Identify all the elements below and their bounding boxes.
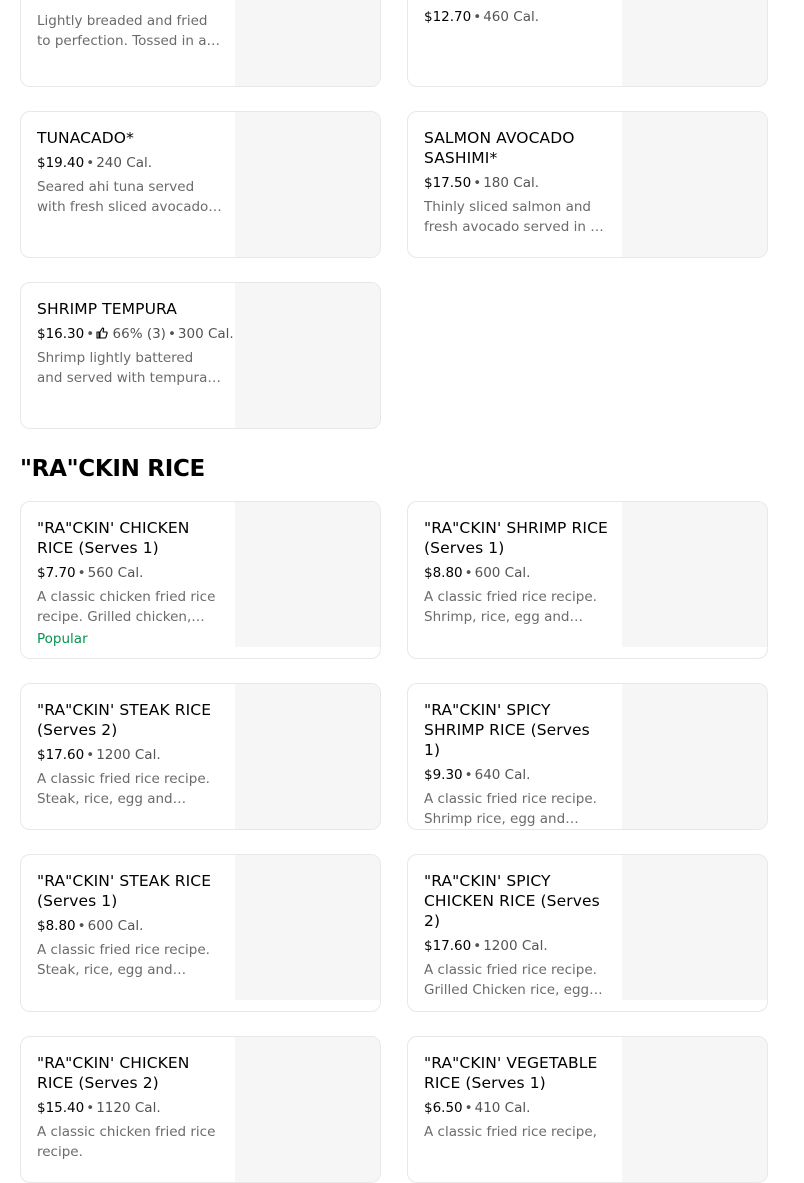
menu-item-card[interactable]: "RA"CKIN' SPICY SHRIMP RICE (Serves 1) $… <box>407 683 768 830</box>
menu-item-card[interactable]: "RA"CKIN' VEGETABLE RICE (Serves 1) $6.5… <box>407 1036 768 1183</box>
item-image-placeholder <box>622 1037 767 1182</box>
item-calories: 1200 Cal. <box>96 747 161 763</box>
item-image-placeholder <box>235 283 380 428</box>
item-name: "RA"CKIN' STEAK RICE (Serves 2) <box>37 701 212 739</box>
item-price: $9.30 <box>424 767 463 783</box>
item-description: Shrimp lightly battered and served with … <box>37 350 208 386</box>
item-calories: 1200 Cal. <box>483 938 548 954</box>
menu-item-card[interactable]: "RA"CKIN' SHRIMP RICE (Serves 1) $8.80 • 6… <box>407 501 768 659</box>
item-name: "RA"CKIN' SHRIMP RICE (Serves 1) <box>424 519 608 557</box>
item-description: A classic fried rice recipe. Shrimp, ric… <box>424 589 597 625</box>
item-price: $17.50 <box>424 175 472 191</box>
item-price: $8.80 <box>424 565 463 581</box>
item-price: $19.40 <box>37 155 85 171</box>
item-description: A classic fried rice recipe. Grilled Chi… <box>424 962 597 998</box>
item-description: Lightly breaded and fried to perfection.… <box>37 13 208 49</box>
item-description: A classic fried rice recipe, <box>424 1124 597 1140</box>
item-image-placeholder <box>235 502 380 647</box>
item-rating: 66% (3) <box>112 326 166 342</box>
item-image-placeholder <box>235 855 380 1000</box>
item-image-placeholder <box>622 684 767 829</box>
item-calories: 240 Cal. <box>96 155 153 171</box>
item-name: "RA"CKIN' STEAK RICE (Serves 1) <box>37 872 212 910</box>
item-meta: $8.80 • 600 Cal. <box>37 918 144 934</box>
item-calories: 1120 Cal. <box>96 1100 161 1116</box>
item-meta: $8.80 • 600 Cal. <box>424 565 531 581</box>
menu-item-card[interactable]: Lightly breaded and fried to perfection.… <box>20 0 381 87</box>
item-image-placeholder <box>235 684 380 829</box>
item-calories: 600 Cal. <box>87 918 144 934</box>
item-image-placeholder <box>235 112 380 257</box>
item-name: TUNACADO* <box>37 129 134 147</box>
item-meta: $17.60 • 1200 Cal. <box>424 938 548 954</box>
item-description: A classic fried rice recipe. Steak, rice… <box>37 942 210 978</box>
thumbs-up-icon <box>96 327 108 339</box>
item-price: $16.30 <box>37 326 85 342</box>
item-image-placeholder <box>622 112 767 257</box>
item-description: A classic chicken fried rice recipe. <box>37 1124 216 1160</box>
menu-item-card[interactable]: SHRIMP TEMPURA $16.30 • 66% (3) • 300 Cal. … <box>20 282 381 429</box>
menu-item-card[interactable]: TUNACADO* $19.40 • 240 Cal. Seared ahi tun… <box>20 111 381 258</box>
item-name: SHRIMP TEMPURA <box>37 300 177 318</box>
menu-item-card[interactable]: "RA"CKIN' CHICKEN RICE (Serves 2) $15.40… <box>20 1036 381 1183</box>
item-meta: $6.50 • 410 Cal. <box>424 1100 531 1116</box>
item-name: "RA"CKIN' SPICY CHICKEN RICE (Serves 2) <box>424 872 600 930</box>
menu-item-card[interactable]: $12.70 • 460 Cal. <box>407 0 768 87</box>
item-meta: $7.70 • 560 Cal. <box>37 565 144 581</box>
item-price: $17.60 <box>37 747 85 763</box>
item-price: $6.50 <box>424 1100 463 1116</box>
item-calories: 600 Cal. <box>474 565 531 581</box>
item-meta: $16.30 • 66% (3) • 300 Cal. <box>37 326 234 342</box>
item-calories: 180 Cal. <box>483 175 540 191</box>
item-name: "RA"CKIN' CHICKEN RICE (Serves 2) <box>37 1054 190 1092</box>
item-image-placeholder <box>622 502 767 647</box>
menu-item-card[interactable]: "RA"CKIN' STEAK RICE (Serves 1) $8.80 • 60… <box>20 854 381 1012</box>
item-name: "RA"CKIN' CHICKEN RICE (Serves 1) <box>37 519 190 557</box>
item-image-placeholder <box>622 855 767 1000</box>
item-name: "RA"CKIN' SPICY SHRIMP RICE (Serves 1) <box>424 701 590 759</box>
item-name: "RA"CKIN' VEGETABLE RICE (Serves 1) <box>424 1054 598 1092</box>
item-image-placeholder <box>235 0 380 86</box>
menu-item-card[interactable]: "RA"CKIN' SPICY CHICKEN RICE (Serves 2) … <box>407 854 768 1012</box>
item-calories: 460 Cal. <box>483 9 540 25</box>
item-name: SALMON AVOCADO SASHIMI* <box>424 129 575 167</box>
item-meta: $15.40 • 1120 Cal. <box>37 1100 161 1116</box>
item-meta: $12.70 • 460 Cal. <box>424 9 540 25</box>
item-price: $12.70 <box>424 9 472 25</box>
section-title: "RA"CKIN RICE <box>20 456 205 482</box>
item-description: A classic fried rice recipe. Shrimp rice… <box>424 791 597 827</box>
item-calories: 410 Cal. <box>474 1100 531 1116</box>
item-calories: 560 Cal. <box>87 565 144 581</box>
item-meta: $17.60 • 1200 Cal. <box>37 747 161 763</box>
item-description: A classic fried rice recipe. Steak, rice… <box>37 771 210 807</box>
item-price: $17.60 <box>424 938 472 954</box>
menu-item-card[interactable]: "RA"CKIN' STEAK RICE (Serves 2) $17.60 • 1… <box>20 683 381 830</box>
item-price: $15.40 <box>37 1100 85 1116</box>
item-meta: $19.40 • 240 Cal. <box>37 155 153 171</box>
item-calories: 640 Cal. <box>474 767 531 783</box>
item-calories: 300 Cal. <box>177 326 234 342</box>
item-meta: $17.50 • 180 Cal. <box>424 175 540 191</box>
item-price: $7.70 <box>37 565 76 581</box>
item-price: $8.80 <box>37 918 76 934</box>
popular-badge: Popular <box>37 631 88 647</box>
item-image-placeholder <box>622 0 767 86</box>
item-image-placeholder <box>235 1037 380 1182</box>
item-description: Seared ahi tuna served with fresh sliced… <box>37 179 209 215</box>
menu-item-card[interactable]: "RA"CKIN' CHICKEN RICE (Serves 1) $7.70 •… <box>20 501 381 659</box>
item-description: Thinly sliced salmon and fresh avocado s… <box>424 199 599 235</box>
item-description: A classic chicken fried rice recipe. Gri… <box>37 589 216 625</box>
menu-item-card[interactable]: SALMON AVOCADO SASHIMI* $17.50 • 180 Cal. … <box>407 111 768 258</box>
item-meta: $9.30 • 640 Cal. <box>424 767 531 783</box>
